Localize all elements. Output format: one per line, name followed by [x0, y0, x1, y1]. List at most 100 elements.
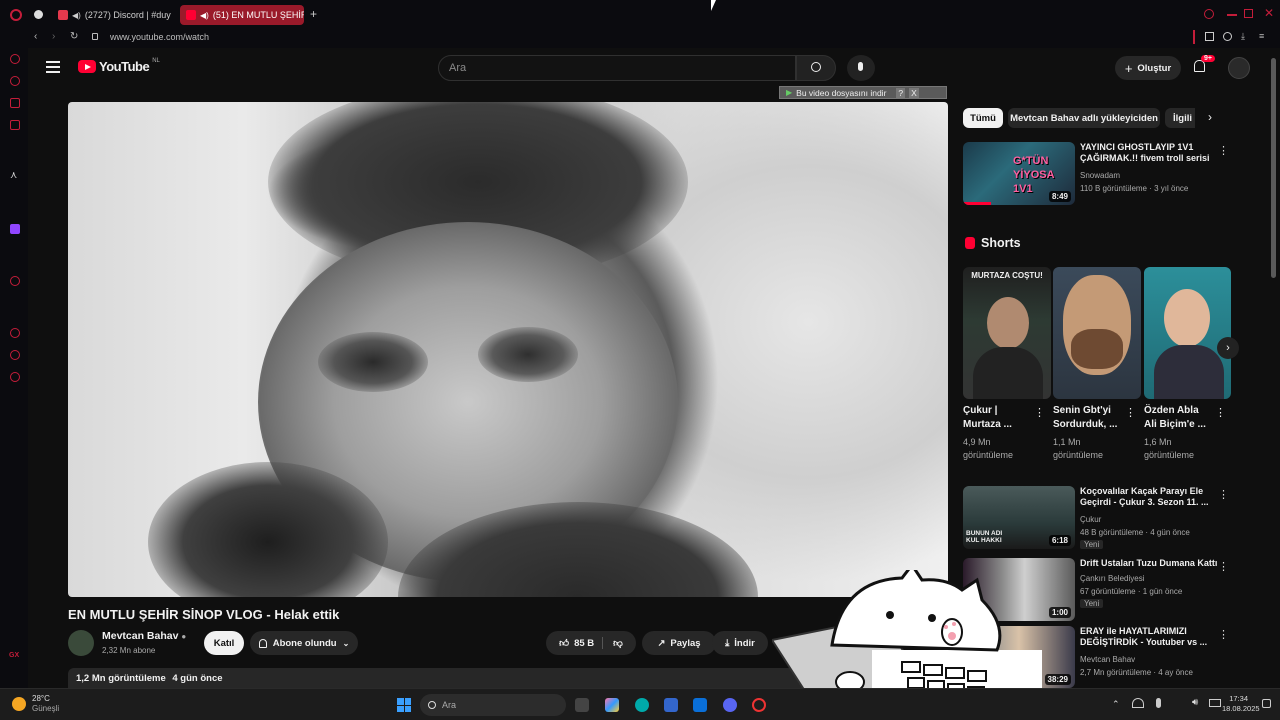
create-label: Oluştur	[1137, 62, 1172, 74]
voice-search-button[interactable]	[847, 55, 875, 81]
forward-icon[interactable]: ›	[52, 31, 55, 42]
tab-youtube[interactable]: ◀) (51) EN MUTLU ŞEHİR	[180, 5, 304, 25]
opera-logo-icon[interactable]	[10, 9, 22, 21]
chip-all[interactable]: Tümü	[963, 108, 1003, 128]
weather-widget[interactable]: 28°C Güneşli	[12, 694, 59, 714]
download-button[interactable]: ⤓ İndir	[712, 631, 768, 655]
back-icon[interactable]: ‹	[34, 31, 37, 42]
search-tabs-icon[interactable]	[1204, 9, 1214, 19]
more-options-icon[interactable]: ⋮	[1218, 488, 1229, 501]
sidebar-settings-icon[interactable]	[10, 372, 20, 382]
tray-overflow-icon[interactable]: ⌃	[1112, 699, 1120, 710]
hamburger-menu-icon[interactable]	[46, 61, 60, 73]
chip-uploader[interactable]: Mevtcan Bahav adlı yükleyiciden	[1008, 108, 1160, 128]
sidebar-speeddial-icon[interactable]	[10, 98, 20, 108]
download-helper-label: Bu video dosyasını indir	[796, 87, 887, 98]
maximize-icon[interactable]	[1244, 9, 1253, 18]
short-thumbnail[interactable]: MURTAZA COŞTU!	[963, 267, 1051, 399]
channel-avatar[interactable]	[68, 630, 94, 656]
like-button[interactable]: 👍︎ 85 B	[559, 637, 604, 649]
account-icon[interactable]	[1223, 32, 1232, 41]
sidebar-ai-icon[interactable]: ⋏	[10, 170, 17, 181]
more-options-icon[interactable]: ⋮	[1218, 628, 1229, 641]
url-field[interactable]: www.youtube.com/watch	[110, 32, 209, 42]
reload-icon[interactable]: ↻	[70, 31, 78, 42]
start-button[interactable]	[397, 698, 411, 712]
workspace-icon[interactable]	[34, 10, 43, 19]
downloads-icon[interactable]: ⤓	[1241, 31, 1245, 42]
outlook-icon[interactable]	[693, 698, 707, 712]
store-icon[interactable]	[664, 698, 678, 712]
subscribed-button[interactable]: Abone olundu ⌄	[250, 631, 358, 655]
taskbar-search[interactable]: Ara	[420, 694, 566, 716]
sidebar-player-icon[interactable]	[10, 276, 20, 286]
close-icon[interactable]: X	[909, 87, 919, 98]
speaker-icon: ◀)	[72, 10, 81, 20]
rec-channel: Çankırı Belediyesi	[1080, 574, 1145, 583]
sun-icon	[12, 697, 26, 711]
page-scrollbar[interactable]	[1271, 58, 1276, 278]
notification-center-icon[interactable]	[1262, 699, 1271, 708]
video-player[interactable]	[68, 102, 948, 597]
short-title[interactable]: Senin Gbt'yi Sordurduk, ...	[1053, 404, 1119, 432]
search-button[interactable]	[796, 55, 836, 81]
recommendation-card[interactable]: G*TÜN YİYOSA 1V1 8:49 YAYINCI GHOSTLAYIP…	[963, 142, 1233, 206]
short-title[interactable]: Çukur | Murtaza ...	[963, 404, 1033, 432]
thumbnail: BUNUN ADI KUL HAKKI 6:18	[963, 486, 1075, 549]
speaker-icon: ◀)	[200, 10, 209, 20]
avatar[interactable]	[1228, 57, 1250, 79]
short-thumbnail[interactable]	[1053, 267, 1141, 399]
discord-icon[interactable]	[723, 698, 737, 712]
sidebar-extensions-icon[interactable]	[10, 350, 20, 360]
chips-next-icon[interactable]: ›	[1208, 110, 1212, 124]
menu-icon[interactable]: ≡	[1259, 31, 1264, 41]
short-title[interactable]: Özden Abla Ali Biçim'e ...	[1144, 404, 1210, 432]
sidebar-news-icon[interactable]	[10, 120, 20, 130]
new-tab-button[interactable]: +	[310, 7, 317, 21]
network-icon[interactable]	[1132, 698, 1144, 708]
duration-badge: 38:29	[1044, 674, 1071, 685]
shorts-next-button[interactable]: ›	[1217, 337, 1239, 359]
opera-gx-icon[interactable]	[752, 698, 766, 712]
channel-name[interactable]: Mevtcan Bahav ●	[102, 630, 186, 642]
short-views: 1,1 Mn görüntüleme	[1053, 437, 1104, 460]
sidebar-aria-icon[interactable]	[10, 76, 20, 86]
create-button[interactable]: + Oluştur	[1115, 56, 1181, 80]
download-helper-bar[interactable]: ▶ Bu video dosyasını indir ? X	[779, 86, 947, 99]
notifications-button[interactable]: 9+	[1194, 55, 1215, 72]
volume-icon[interactable]: 🔊︎	[1192, 697, 1198, 708]
close-window-icon[interactable]: ✕	[1264, 6, 1274, 20]
join-button[interactable]: Katıl	[204, 631, 244, 655]
more-options-icon[interactable]: ⋮	[1215, 406, 1226, 419]
task-view-icon[interactable]	[575, 698, 589, 712]
help-icon[interactable]: ?	[896, 87, 906, 98]
sidebar-history-icon[interactable]	[10, 328, 20, 338]
copilot-icon[interactable]	[605, 698, 619, 712]
extensions-icon[interactable]	[1193, 30, 1195, 44]
edge-icon[interactable]	[635, 698, 649, 712]
bell-icon	[258, 638, 267, 648]
sidebar-home-icon[interactable]	[10, 54, 20, 64]
clock[interactable]: 17:34 18.08.2025	[1222, 694, 1260, 714]
battery-icon[interactable]	[1209, 699, 1221, 707]
tab-discord[interactable]: ◀) (2727) Discord | #duy	[52, 5, 174, 25]
more-options-icon[interactable]: ⋮	[1034, 406, 1045, 419]
search-input[interactable]: Ara	[438, 55, 796, 81]
share-button[interactable]: ↗ Paylaş	[642, 631, 716, 655]
video-frame-eye-right	[478, 327, 578, 382]
youtube-page: YouTube NL Ara + Oluştur 9+ ▶ Bu video d…	[28, 48, 1280, 688]
more-options-icon[interactable]: ⋮	[1218, 560, 1229, 573]
recommendation-card[interactable]: BUNUN ADI KUL HAKKI 6:18 Koçovalılar Kaç…	[963, 486, 1233, 550]
more-options-icon[interactable]: ⋮	[1125, 406, 1136, 419]
minimize-icon[interactable]	[1227, 14, 1237, 16]
sidebar-twitch-icon[interactable]	[10, 224, 20, 234]
youtube-logo[interactable]: YouTube NL	[78, 58, 160, 74]
lock-icon	[92, 33, 98, 40]
short-thumbnail[interactable]	[1144, 267, 1231, 399]
microphone-tray-icon[interactable]	[1156, 698, 1161, 708]
sidebar-gx-icon[interactable]: GX	[9, 652, 19, 659]
dislike-button[interactable]: 👎︎	[603, 637, 623, 649]
chip-related[interactable]: İlgili	[1165, 108, 1195, 128]
more-options-icon[interactable]: ⋮	[1218, 144, 1229, 157]
extension-puzzle-icon[interactable]	[1205, 32, 1214, 41]
